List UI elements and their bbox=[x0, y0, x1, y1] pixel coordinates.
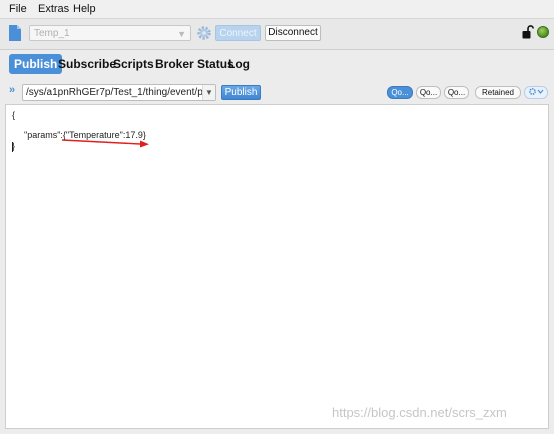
connection-profile-value: Temp_1 bbox=[34, 28, 70, 39]
connection-status-indicator bbox=[537, 26, 549, 38]
file-icon[interactable] bbox=[8, 24, 22, 42]
qos0-toggle[interactable]: Qo... bbox=[387, 86, 413, 99]
tab-broker-status[interactable]: Broker Status bbox=[155, 57, 234, 71]
red-arrow-annotation-icon bbox=[62, 139, 149, 148]
settings-dropdown-icon bbox=[529, 88, 544, 95]
topic-value: /sys/a1pnRhGEr7p/Test_1/thing/event/prop… bbox=[26, 87, 216, 98]
text-cursor bbox=[12, 142, 13, 152]
tab-subscribe[interactable]: Subscribe bbox=[58, 57, 116, 71]
disconnect-button[interactable]: Disconnect bbox=[265, 25, 321, 41]
publish-topic-bar: » /sys/a1pnRhGEr7p/Test_1/thing/event/pr… bbox=[0, 80, 554, 104]
code-line: { bbox=[12, 110, 16, 120]
gear-icon[interactable] bbox=[196, 25, 212, 41]
options-button[interactable] bbox=[524, 86, 548, 99]
watermark: https://blog.csdn.net/scrs_zxm bbox=[332, 405, 507, 420]
topic-input[interactable]: /sys/a1pnRhGEr7p/Test_1/thing/event/prop… bbox=[22, 84, 216, 101]
chevron-down-icon: ▼ bbox=[177, 29, 186, 39]
double-chevron-right-icon[interactable]: » bbox=[9, 84, 15, 96]
qos2-toggle[interactable]: Qo... bbox=[444, 86, 469, 99]
connection-toolbar: Temp_1 ▼ Connect Disconnect bbox=[0, 19, 554, 50]
main-tabs: Publish Subscribe Scripts Broker Status … bbox=[0, 50, 554, 78]
retained-toggle[interactable]: Retained bbox=[475, 86, 521, 99]
connection-profile-select[interactable]: Temp_1 ▼ bbox=[29, 25, 191, 41]
menu-help[interactable]: Help bbox=[73, 3, 96, 15]
publish-button[interactable]: Publish bbox=[221, 85, 261, 100]
menu-bar: File Extras Help bbox=[0, 0, 554, 19]
unlock-icon bbox=[522, 25, 534, 39]
menu-extras[interactable]: Extras bbox=[38, 3, 69, 15]
menu-file[interactable]: File bbox=[9, 3, 27, 15]
connect-button[interactable]: Connect bbox=[215, 25, 261, 41]
tab-scripts[interactable]: Scripts bbox=[113, 57, 154, 71]
tab-publish[interactable]: Publish bbox=[9, 54, 63, 74]
tab-log[interactable]: Log bbox=[228, 57, 250, 71]
qos1-toggle[interactable]: Qo... bbox=[416, 86, 441, 99]
chevron-down-icon[interactable]: ▼ bbox=[202, 85, 215, 100]
payload-editor[interactable]: { "params":{"Temperature":17.9} } bbox=[5, 104, 549, 429]
